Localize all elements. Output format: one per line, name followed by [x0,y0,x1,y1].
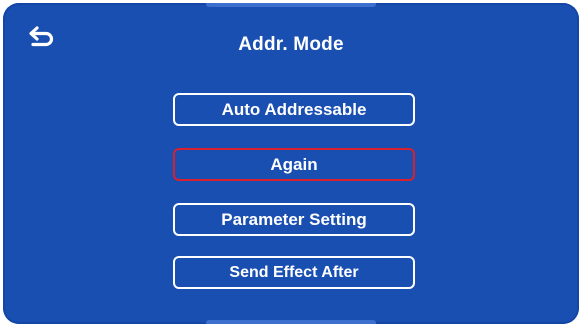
page-title: Addr. Mode [238,34,344,55]
auto-addressable-label: Auto Addressable [221,99,367,119]
parameter-setting-label: Parameter Setting [221,209,367,229]
parameter-setting-button[interactable]: Parameter Setting [173,203,415,236]
again-label: Again [270,154,318,174]
screen: Addr. Mode Auto Addressable Again Parame… [0,0,582,327]
again-button[interactable]: Again [173,148,415,181]
bottom-bezel-notch [206,320,376,324]
auto-addressable-button[interactable]: Auto Addressable [173,93,415,126]
send-effect-after-button[interactable]: Send Effect After [173,256,415,289]
top-bezel-notch [206,3,376,7]
send-effect-after-label: Send Effect After [229,263,359,281]
